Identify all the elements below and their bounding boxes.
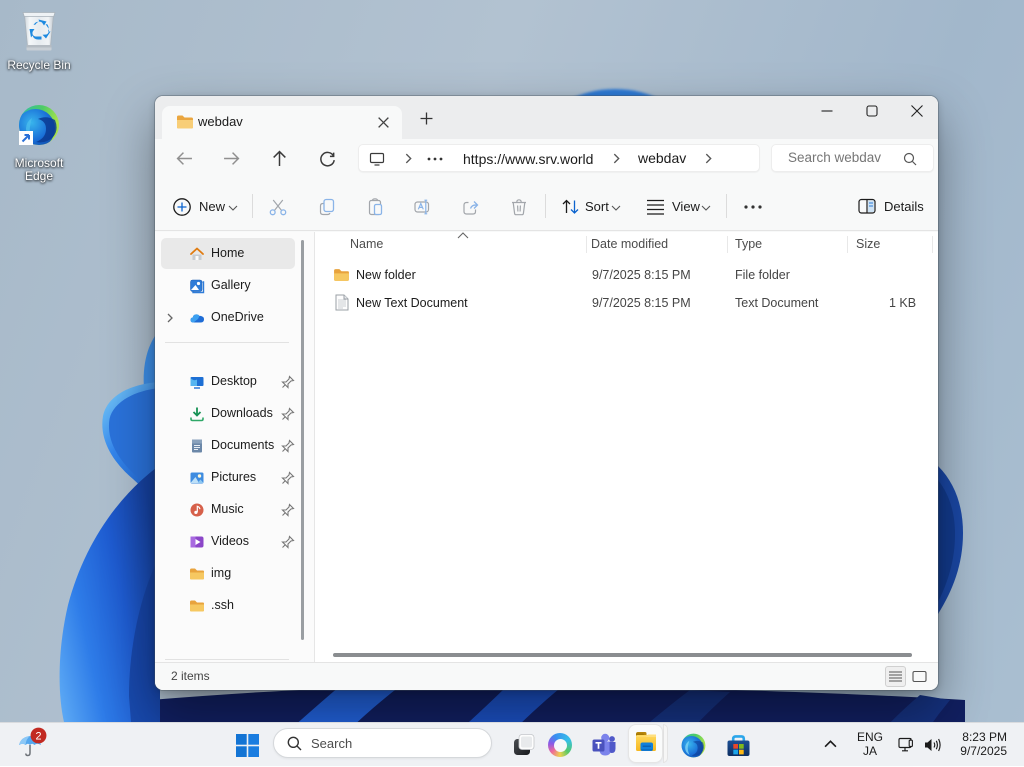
svg-text:2: 2 (35, 730, 41, 742)
